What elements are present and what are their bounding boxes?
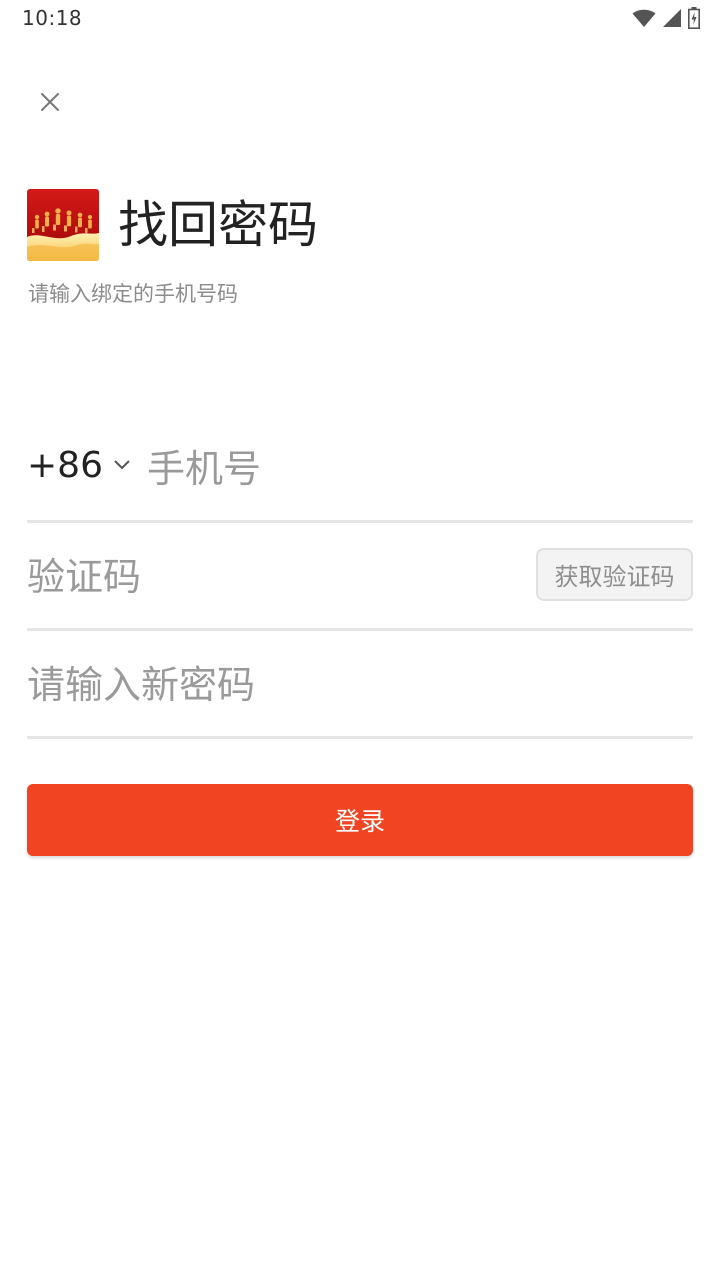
close-icon [40, 92, 60, 116]
find-password-screen: 10:18 找回密码 请输入绑定的手机号码 +86 手机号 验证码 获取验证码 … [0, 0, 720, 1280]
app-logo [27, 189, 99, 261]
page-title: 找回密码 [118, 196, 318, 254]
status-icons [632, 7, 700, 29]
close-button[interactable] [30, 84, 70, 124]
new-password-input[interactable] [27, 657, 667, 713]
verification-code-row: 获取验证码 [27, 525, 693, 631]
new-password-row [27, 633, 693, 739]
login-button[interactable]: 登录 [27, 784, 693, 856]
verification-code-input[interactable] [27, 549, 507, 605]
phone-row: +86 [27, 417, 693, 523]
country-code-value: +86 [27, 445, 103, 486]
chevron-down-icon [103, 456, 131, 475]
status-bar: 10:18 [0, 0, 720, 36]
battery-charging-icon [688, 7, 700, 29]
status-time: 10:18 [22, 6, 83, 30]
phone-input[interactable] [147, 441, 667, 497]
wifi-icon [632, 8, 656, 28]
cellular-signal-icon [662, 8, 682, 28]
country-code-selector[interactable]: +86 [27, 445, 131, 486]
page-subtitle: 请输入绑定的手机号码 [28, 282, 238, 306]
get-code-button[interactable]: 获取验证码 [536, 548, 693, 601]
